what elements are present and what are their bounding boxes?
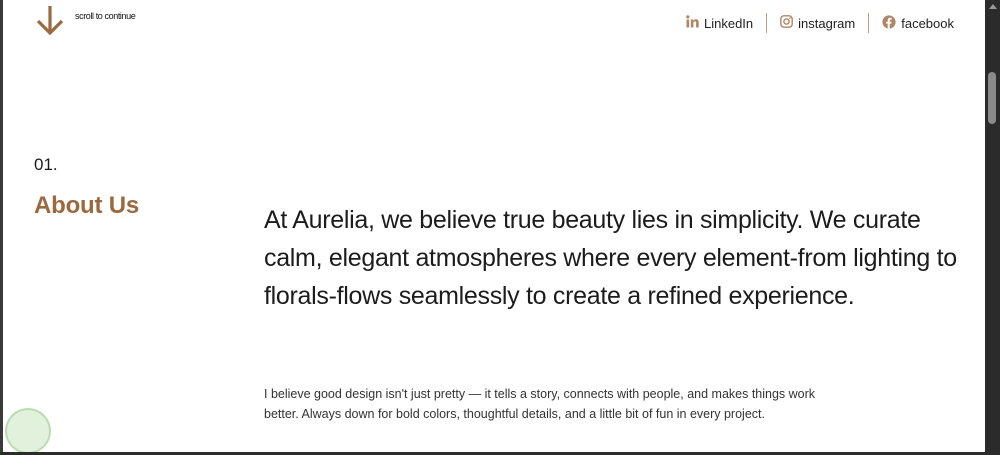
instagram-link[interactable]: instagram (767, 15, 868, 31)
linkedin-label: LinkedIn (704, 15, 754, 31)
about-body-text: I believe good design isn't just pretty … (264, 387, 816, 421)
section-number: 01. (34, 155, 58, 174)
watermark-badge (5, 408, 51, 452)
section-title: About Us (34, 192, 140, 219)
page-viewport: scroll to continue LinkedIn instagram fa… (3, 0, 985, 452)
facebook-label: facebook (901, 15, 954, 31)
vertical-scrollbar[interactable] (985, 0, 1000, 455)
facebook-link[interactable]: facebook (869, 14, 954, 32)
linkedin-link[interactable]: LinkedIn (673, 15, 766, 31)
linkedin-icon (686, 15, 699, 31)
instagram-label: instagram (798, 15, 856, 31)
about-lead-text: At Aurelia, we believe true beauty lies … (264, 206, 957, 310)
arrow-down-icon (35, 4, 65, 36)
social-links: LinkedIn instagram facebook (673, 12, 954, 34)
scroll-up-icon[interactable] (989, 4, 997, 9)
scroll-cue[interactable]: scroll to continue (35, 4, 136, 36)
facebook-icon (882, 14, 896, 32)
scroll-thumb[interactable] (988, 72, 996, 124)
scroll-label: scroll to continue (75, 11, 136, 21)
instagram-icon (780, 15, 794, 31)
